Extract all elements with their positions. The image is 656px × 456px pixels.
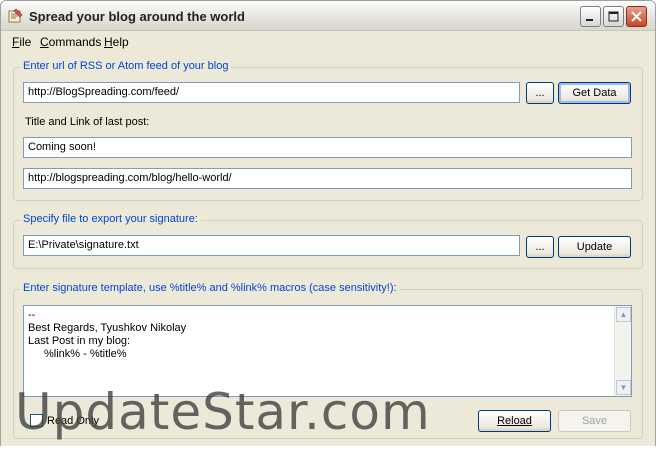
- menu-help[interactable]: Help: [104, 35, 129, 49]
- template-group-legend: Enter signature template, use %title% an…: [20, 282, 400, 294]
- template-line: Best Regards, Tyushkov Nikolay: [28, 322, 187, 334]
- export-path-input[interactable]: E:\Private\signature.txt: [23, 235, 520, 256]
- vertical-scrollbar[interactable]: ▲ ▼: [614, 306, 631, 396]
- close-icon: [631, 11, 642, 22]
- update-button[interactable]: Update: [558, 236, 631, 258]
- minimize-button[interactable]: [580, 6, 601, 27]
- export-group-legend: Specify file to export your signature:: [20, 213, 201, 225]
- menu-bar: File Commands Help: [1, 31, 655, 53]
- main-window: Spread your blog around the world File C…: [0, 0, 656, 456]
- template-line: %link% - %title%: [44, 348, 127, 360]
- minimize-icon: [586, 19, 593, 21]
- scroll-up-icon[interactable]: ▲: [616, 307, 631, 322]
- reload-label: Reload: [497, 415, 532, 427]
- maximize-icon: [608, 11, 619, 22]
- feed-url-input[interactable]: http://BlogSpreading.com/feed/: [23, 82, 520, 103]
- menu-commands-mnemonic: C: [40, 35, 49, 49]
- post-link-input[interactable]: http://blogspreading.com/blog/hello-worl…: [23, 168, 632, 189]
- scroll-down-icon[interactable]: ▼: [616, 380, 631, 395]
- reload-button[interactable]: Reload: [478, 410, 551, 432]
- menu-file[interactable]: File: [12, 35, 31, 49]
- browse-feed-button[interactable]: ...: [526, 82, 554, 104]
- window-title: Spread your blog around the world: [29, 9, 245, 24]
- close-button[interactable]: [626, 6, 647, 27]
- get-data-button[interactable]: Get Data: [558, 82, 631, 104]
- template-line: --: [28, 309, 36, 321]
- browse-export-button[interactable]: ...: [526, 236, 554, 258]
- menu-commands-label: ommands: [48, 35, 102, 49]
- last-post-label: Title and Link of last post:: [25, 116, 150, 128]
- template-line: Last Post in my blog:: [28, 335, 131, 347]
- title-bar[interactable]: Spread your blog around the world: [1, 1, 655, 31]
- menu-commands[interactable]: Commands: [40, 35, 101, 49]
- maximize-button[interactable]: [603, 6, 624, 27]
- bottom-strip: [0, 446, 656, 456]
- watermark-text: UpdateStar.com: [15, 383, 431, 441]
- menu-file-label: ile: [19, 35, 32, 49]
- save-button[interactable]: Save: [558, 410, 631, 432]
- post-title-input[interactable]: Coming soon!: [23, 137, 632, 158]
- menu-help-label: elp: [112, 35, 129, 49]
- feed-group-legend: Enter url of RSS or Atom feed of your bl…: [20, 60, 232, 72]
- menu-help-mnemonic: H: [104, 35, 113, 49]
- app-icon: [8, 8, 23, 23]
